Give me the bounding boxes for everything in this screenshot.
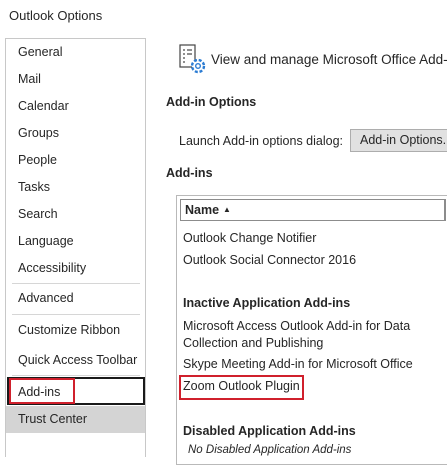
- sidebar-item-customize-ribbon[interactable]: Customize Ribbon: [6, 317, 145, 344]
- addins-gear-icon: [178, 44, 208, 76]
- name-column-header[interactable]: Name ▲: [180, 199, 446, 221]
- sidebar-item-language[interactable]: Language: [6, 228, 145, 255]
- sidebar-item-people[interactable]: People: [6, 147, 145, 174]
- disabled-addins-group-heading: Disabled Application Add-ins: [183, 424, 356, 438]
- sidebar-item-tasks[interactable]: Tasks: [6, 174, 145, 201]
- sidebar-item-advanced[interactable]: Advanced: [6, 285, 145, 312]
- add-in-options-button[interactable]: Add-in Options...: [350, 129, 447, 152]
- list-item[interactable]: Outlook Change Notifier: [183, 231, 316, 245]
- list-item-continuation[interactable]: Collection and Publishing: [183, 336, 323, 350]
- inactive-addins-group-heading: Inactive Application Add-ins: [183, 296, 351, 310]
- name-column-label: Name: [185, 203, 220, 217]
- sidebar-divider: [12, 375, 140, 376]
- zoom-plugin-highlight-box: [179, 375, 304, 400]
- sort-ascending-icon: ▲: [223, 205, 231, 214]
- list-item[interactable]: Skype Meeting Add-in for Microsoft Offic…: [183, 357, 413, 371]
- add-ins-heading: Add-ins: [166, 166, 213, 180]
- add-in-options-heading: Add-in Options: [166, 95, 257, 109]
- sidebar-divider: [12, 314, 140, 315]
- launch-addin-options-label: Launch Add-in options dialog:: [179, 134, 344, 148]
- no-disabled-addins-text: No Disabled Application Add-ins: [188, 444, 352, 456]
- add-ins-highlight-box: [9, 378, 75, 404]
- list-item[interactable]: Microsoft Access Outlook Add-in for Data: [183, 319, 410, 333]
- sidebar-item-general[interactable]: General: [6, 39, 145, 66]
- page-header-text: View and manage Microsoft Office Add-: [211, 52, 447, 67]
- sidebar-item-calendar[interactable]: Calendar: [6, 93, 145, 120]
- window-title: Outlook Options: [9, 8, 103, 23]
- sidebar-item-search[interactable]: Search: [6, 201, 145, 228]
- list-item[interactable]: Outlook Social Connector 2016: [183, 253, 356, 267]
- sidebar-item-trust-center[interactable]: Trust Center: [6, 406, 145, 433]
- sidebar-divider: [12, 283, 140, 284]
- sidebar-item-accessibility[interactable]: Accessibility: [6, 255, 145, 282]
- sidebar-item-quick-access-toolbar[interactable]: Quick Access Toolbar: [6, 347, 145, 374]
- sidebar-item-groups[interactable]: Groups: [6, 120, 145, 147]
- sidebar-item-mail[interactable]: Mail: [6, 66, 145, 93]
